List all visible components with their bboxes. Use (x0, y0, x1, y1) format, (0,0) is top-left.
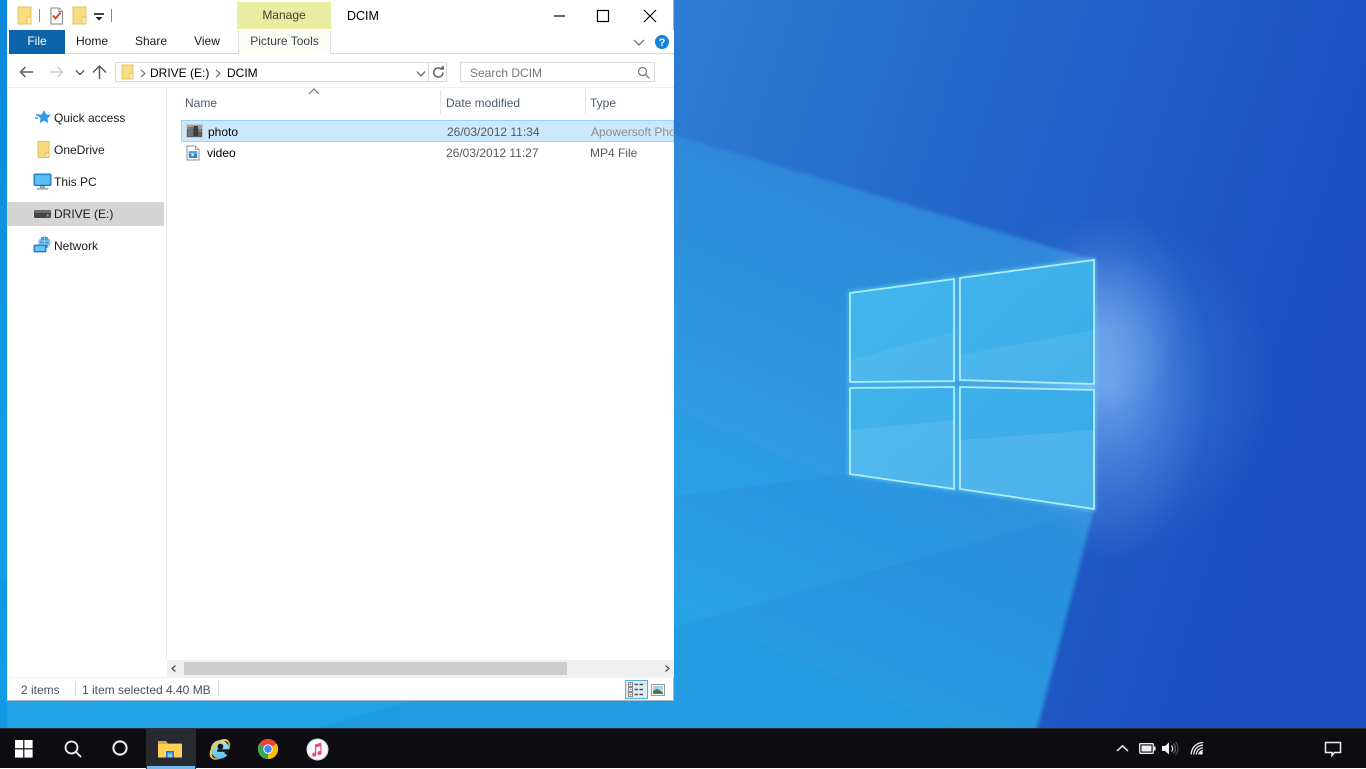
svg-text:?: ? (659, 37, 666, 49)
